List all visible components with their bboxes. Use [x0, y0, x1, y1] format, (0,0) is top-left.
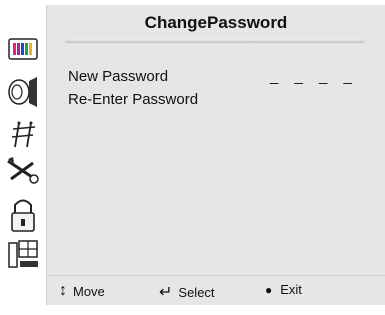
- hint-move: ↕ Move: [59, 282, 105, 300]
- enter-key-icon: ↵: [159, 284, 173, 301]
- picture-icon[interactable]: [5, 33, 41, 67]
- title-bar: ChangePassword: [47, 5, 385, 45]
- hint-exit: ● Exit: [265, 282, 302, 297]
- bottom-base-strip: [0, 305, 385, 315]
- hint-move-label: Move: [73, 283, 105, 299]
- setup-pc-icon[interactable]: [5, 237, 41, 271]
- sound-icon[interactable]: [5, 75, 41, 109]
- sidebar: [0, 5, 47, 310]
- new-password-input[interactable]: _ _ _ _: [270, 68, 358, 85]
- page-title: ChangePassword: [144, 13, 288, 32]
- new-password-label: New Password: [68, 68, 169, 85]
- exit-dot-icon: ●: [265, 282, 273, 297]
- hint-select-label: Select: [178, 284, 215, 300]
- channel-antenna-icon[interactable]: [5, 117, 41, 151]
- reenter-password-label: Re-Enter Password: [68, 91, 199, 108]
- features-tools-icon[interactable]: [5, 153, 41, 187]
- lock-icon[interactable]: [5, 195, 41, 235]
- hint-select: ↵ Select: [159, 282, 215, 302]
- up-down-arrow-icon: ↕: [59, 282, 67, 299]
- title-divider: [65, 39, 365, 43]
- hint-exit-label: Exit: [280, 282, 302, 297]
- content-panel: [47, 5, 385, 275]
